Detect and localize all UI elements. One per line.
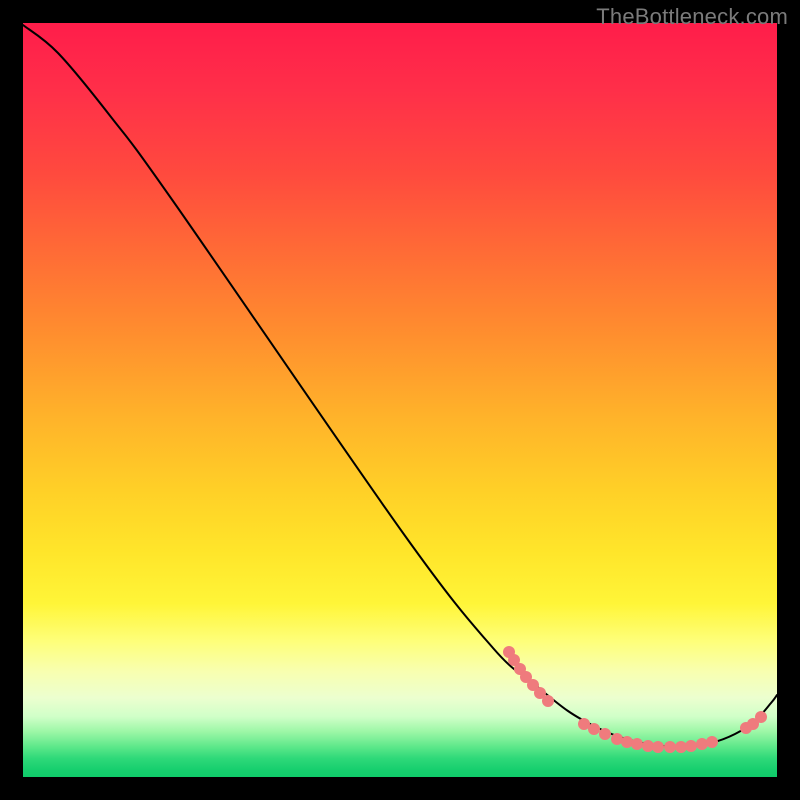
highlight-dot (664, 741, 676, 753)
highlight-dot (621, 736, 633, 748)
curve-layer (23, 23, 777, 777)
plot-area (23, 23, 777, 777)
highlight-dot (588, 723, 600, 735)
chart-frame: TheBottleneck.com (0, 0, 800, 800)
highlight-dot (706, 736, 718, 748)
highlight-dot (599, 728, 611, 740)
highlight-dot (685, 740, 697, 752)
highlight-dot (755, 711, 767, 723)
highlight-dot (542, 695, 554, 707)
highlight-dot (631, 738, 643, 750)
watermark-text: TheBottleneck.com (596, 4, 788, 30)
highlight-dot (652, 741, 664, 753)
highlight-dot (696, 738, 708, 750)
bottleneck-curve (23, 25, 777, 747)
